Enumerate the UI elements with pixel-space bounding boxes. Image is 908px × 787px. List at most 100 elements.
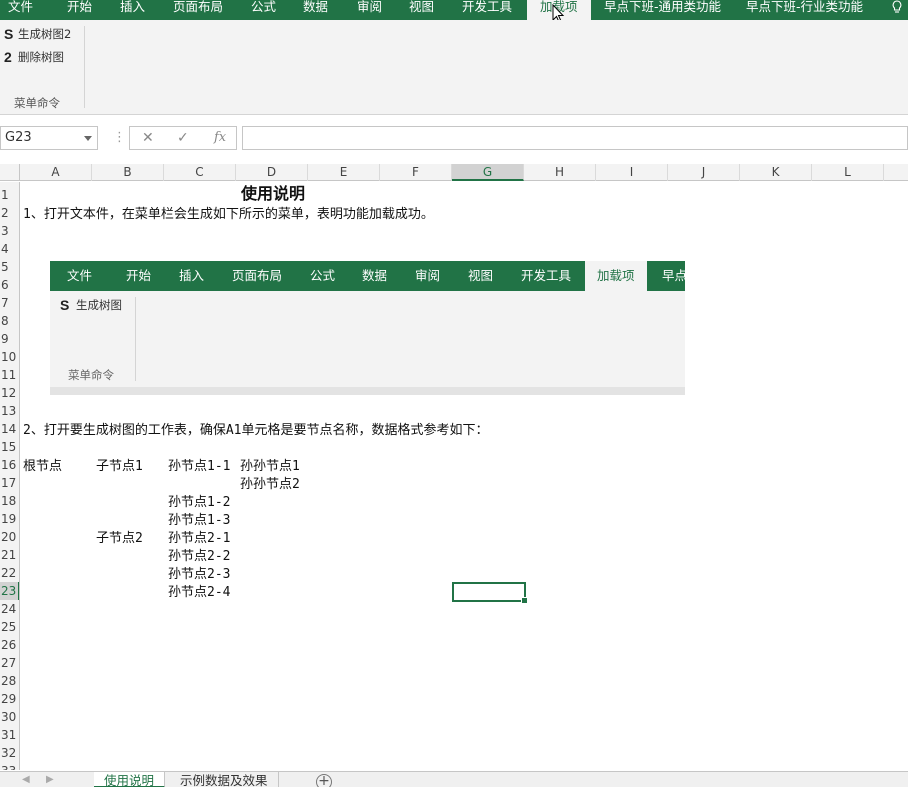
row-header-16[interactable]: 16 <box>0 456 19 474</box>
picture-tab-zaodian: 早点 <box>662 268 685 283</box>
row-header-13[interactable]: 13 <box>0 402 19 420</box>
row-header-10[interactable]: 10 <box>0 348 19 366</box>
cell-grandchild-2-2[interactable]: 孙节点2-2 <box>168 548 230 566</box>
cell-grandchild-2-3[interactable]: 孙节点2-3 <box>168 566 230 584</box>
scroll-left-icon[interactable]: ◀ <box>22 774 30 785</box>
row-header-12[interactable]: 12 <box>0 384 19 402</box>
active-cell-g23[interactable] <box>452 582 528 604</box>
delete-tree-button[interactable]: 2 删除树图 <box>4 48 64 66</box>
cell-instruction-1[interactable]: 1、打开文本件，在菜单栏会生成如下所示的菜单，表明功能加载成功。 <box>23 206 434 224</box>
column-header-a[interactable]: A <box>20 164 92 181</box>
tab-review[interactable]: 审阅 <box>357 0 382 20</box>
insert-function-icon[interactable]: fx <box>214 130 226 145</box>
tab-formulas[interactable]: 公式 <box>251 0 276 20</box>
column-header-d[interactable]: D <box>236 164 308 181</box>
picture-tab-page-layout: 页面布局 <box>232 268 283 283</box>
tab-developer[interactable]: 开发工具 <box>462 0 512 20</box>
row-header-5[interactable]: 5 <box>0 258 19 276</box>
add-sheet-icon[interactable]: + <box>316 774 332 787</box>
row-header-6[interactable]: 6 <box>0 276 19 294</box>
cell-grandchild-2-1[interactable]: 孙节点2-1 <box>168 530 230 548</box>
cancel-icon[interactable]: ✕ <box>142 130 154 146</box>
row-header-28[interactable]: 28 <box>0 672 19 690</box>
cell-child-node-1[interactable]: 子节点1 <box>96 458 143 476</box>
row-header-26[interactable]: 26 <box>0 636 19 654</box>
picture-generate-tree-icon: S <box>60 297 70 313</box>
tab-home[interactable]: 开始 <box>67 0 92 20</box>
tab-zaodian-industry[interactable]: 早点下班-行业类功能 <box>746 0 863 20</box>
row-header-23[interactable]: 23 <box>0 582 19 600</box>
generate-tree-button[interactable]: S 生成树图2 <box>4 25 71 43</box>
name-box[interactable]: G23 <box>0 126 98 150</box>
row-header-17[interactable]: 17 <box>0 474 19 492</box>
picture-tab-home: 开始 <box>126 268 152 283</box>
cell-grandchild-1-3[interactable]: 孙节点1-3 <box>168 512 230 530</box>
cell-great-grandchild-2[interactable]: 孙孙节点2 <box>240 476 300 494</box>
row-header-24[interactable]: 24 <box>0 600 19 618</box>
row-header-11[interactable]: 11 <box>0 366 19 384</box>
chevron-down-icon[interactable] <box>84 136 92 141</box>
row-header-20[interactable]: 20 <box>0 528 19 546</box>
row-header-8[interactable]: 8 <box>0 312 19 330</box>
ribbon-screenshot-picture[interactable]: 文件 开始 插入 页面布局 公式 数据 审阅 视图 开发工具 加载项 早点 S … <box>50 261 685 395</box>
tab-page-layout[interactable]: 页面布局 <box>173 0 223 20</box>
column-header-g[interactable]: G <box>452 164 524 181</box>
cell-grandchild-2-4[interactable]: 孙节点2-4 <box>168 584 230 602</box>
row-header-21[interactable]: 21 <box>0 546 19 564</box>
picture-tab-add-ins: 加载项 <box>585 261 647 291</box>
row-header-29[interactable]: 29 <box>0 690 19 708</box>
cell-title[interactable]: 使用说明 <box>241 185 305 203</box>
row-header-18[interactable]: 18 <box>0 492 19 510</box>
column-header-f[interactable]: F <box>380 164 452 181</box>
scroll-right-icon[interactable]: ▶ <box>46 774 54 785</box>
row-header-19[interactable]: 19 <box>0 510 19 528</box>
tab-insert[interactable]: 插入 <box>120 0 145 20</box>
row-header-1[interactable]: 1 <box>0 186 19 204</box>
delete-tree-icon: 2 <box>4 49 12 65</box>
tab-view[interactable]: 视图 <box>409 0 434 20</box>
row-header-4[interactable]: 4 <box>0 240 19 258</box>
column-header-l[interactable]: L <box>812 164 884 181</box>
tab-zaodian-general[interactable]: 早点下班-通用类功能 <box>604 0 721 20</box>
column-header-i[interactable]: I <box>596 164 668 181</box>
row-header-22[interactable]: 22 <box>0 564 19 582</box>
worksheet-grid[interactable]: 使用说明 1、打开文本件，在菜单栏会生成如下所示的菜单，表明功能加载成功。 文件… <box>20 182 908 770</box>
column-header-j[interactable]: J <box>668 164 740 181</box>
drag-handle-icon[interactable]: ⋮ <box>113 130 126 145</box>
sheet-tab-instructions[interactable]: 使用说明 <box>94 772 166 787</box>
column-header-c[interactable]: C <box>164 164 236 181</box>
row-header-33[interactable]: 33 <box>0 762 19 770</box>
cell-grandchild-1-1[interactable]: 孙节点1-1 <box>168 458 230 476</box>
row-header-15[interactable]: 15 <box>0 438 19 456</box>
row-header-27[interactable]: 27 <box>0 654 19 672</box>
picture-tab-formulas: 公式 <box>310 268 336 283</box>
column-header-b[interactable]: B <box>92 164 164 181</box>
row-header-7[interactable]: 7 <box>0 294 19 312</box>
cell-child-node-2[interactable]: 子节点2 <box>96 530 143 548</box>
sheet-tab-example[interactable]: 示例数据及效果 <box>170 772 279 787</box>
row-header-32[interactable]: 32 <box>0 744 19 762</box>
cell-instruction-2[interactable]: 2、打开要生成树图的工作表，确保A1单元格是要节点名称，数据格式参考如下： <box>23 422 488 440</box>
formula-input[interactable] <box>242 126 908 150</box>
row-header-14[interactable]: 14 <box>0 420 19 438</box>
picture-generate-tree-command: S 生成树图 <box>60 297 122 313</box>
lightbulb-icon[interactable] <box>890 0 904 14</box>
row-header-2[interactable]: 2 <box>0 204 19 222</box>
delete-tree-label: 删除树图 <box>18 50 64 64</box>
row-header-9[interactable]: 9 <box>0 330 19 348</box>
tab-file[interactable]: 文件 <box>8 0 33 20</box>
cell-great-grandchild-1[interactable]: 孙孙节点1 <box>240 458 300 476</box>
row-header-30[interactable]: 30 <box>0 708 19 726</box>
select-all-corner[interactable] <box>0 164 20 181</box>
enter-icon[interactable]: ✓ <box>177 130 189 146</box>
column-header-e[interactable]: E <box>308 164 380 181</box>
row-header-31[interactable]: 31 <box>0 726 19 744</box>
row-header-25[interactable]: 25 <box>0 618 19 636</box>
column-header-k[interactable]: K <box>740 164 812 181</box>
cell-grandchild-1-2[interactable]: 孙节点1-2 <box>168 494 230 512</box>
tab-data[interactable]: 数据 <box>303 0 328 20</box>
cell-root-node[interactable]: 根节点 <box>23 458 62 476</box>
row-header-3[interactable]: 3 <box>0 222 19 240</box>
name-box-value: G23 <box>5 130 32 145</box>
column-header-h[interactable]: H <box>524 164 596 181</box>
